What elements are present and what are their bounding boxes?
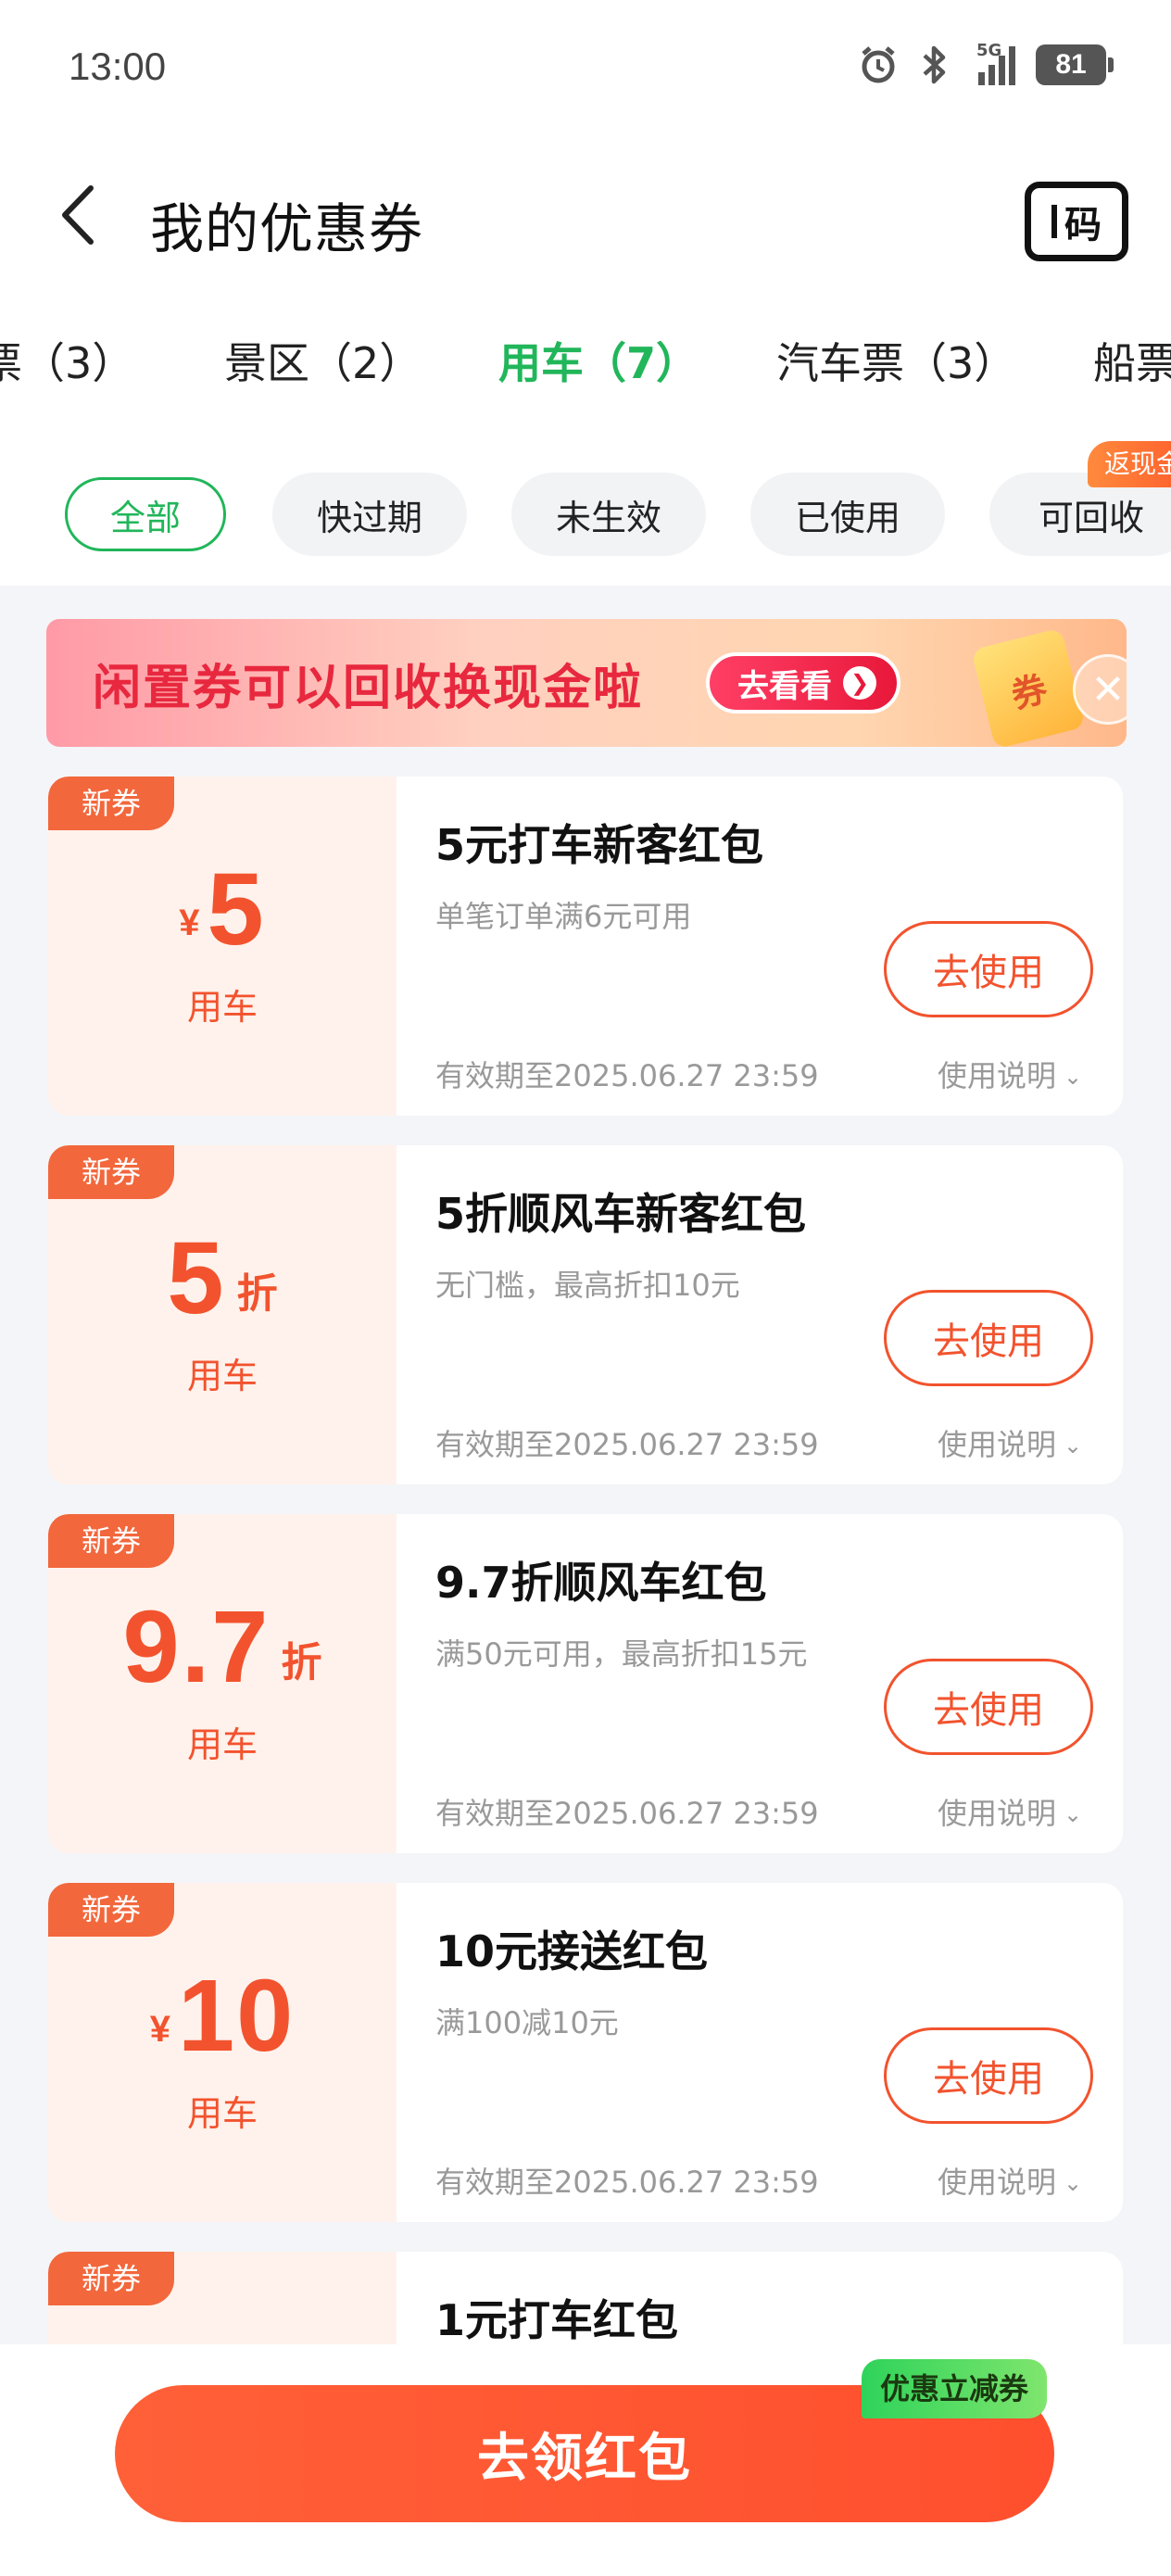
chevron-down-icon: ⌄ [1064,1801,1083,1827]
coupon-category: 用车 [186,1724,258,1765]
code-button[interactable]: 码 [1025,182,1128,261]
discount-unit: 折 [281,1639,322,1686]
new-tag: 新券 [48,1514,174,1568]
banner-text: 闲置券可以回收换现金啦 [93,661,644,716]
coupon-card: 新券 ¥5 用车 5元打车新客红包 单笔订单满6元可用 去使用 有效期至2025… [48,777,1123,1116]
coupon-expiry: 有效期至2025.06.27 23:59 [435,2165,819,2200]
filter-row: 全部 快过期 未生效 已使用 可回收 [0,463,1171,565]
banner-button-label: 去看看 [737,667,832,705]
coupon-value-panel: 新券 5折 用车 [48,1145,397,1484]
amount-value: 5 [207,852,266,966]
chevron-down-icon: ⌄ [1064,1064,1083,1090]
coupon-amount: ¥5 [48,851,397,968]
coupon-card: 新券 9.7 折 用车 9.7折顺风车红包 满50元可用，最高折扣15元 去使用 … [48,1514,1123,1853]
coupon-title: 9.7折顺风车红包 [435,1558,767,1608]
coupon-expiry: 有效期至2025.06.27 23:59 [435,1058,819,1093]
status-icons: 5G 81 [858,41,1114,85]
banner-button[interactable]: 去看看 ❯ [706,652,900,713]
usage-instructions-label: 使用说明 [938,1427,1057,1462]
category-tabs: 票（3） 景区（2） 用车（7） 汽车票（3） 船票 [0,330,1171,404]
coupon-title: 5折顺风车新客红包 [435,1189,807,1239]
barcode-icon [1051,205,1059,238]
arrow-right-icon: ❯ [843,666,876,700]
status-bar: 13:00 5G 81 [0,0,1171,139]
back-button[interactable] [41,178,115,252]
alarm-icon [858,44,899,85]
amount-value: 10 [177,1959,296,2073]
coupon-amount: ¥10 [48,1957,397,2075]
ticket-icon: 券 [971,627,1086,747]
use-coupon-button[interactable]: 去使用 [884,1659,1093,1755]
currency-symbol: ¥ [179,903,200,943]
coupon-expiry: 有效期至2025.06.27 23:59 [435,1796,819,1831]
coupon-category: 用车 [186,987,258,1028]
amount-value: 9.7 [122,1590,271,1704]
use-coupon-button[interactable]: 去使用 [884,1290,1093,1386]
usage-instructions-link[interactable]: 使用说明 ⌄ [938,1790,1082,1833]
signal-icon: 5G [971,41,1015,85]
coupon-expiry: 有效期至2025.06.27 23:59 [435,1427,819,1462]
coupon-title: 1元打车红包 [435,2295,679,2345]
tab-scenic[interactable]: 景区（2） [224,330,422,391]
currency-symbol: ¥ [149,2009,170,2050]
coupon-condition: 满50元可用，最高折扣15元 [435,1636,808,1672]
use-coupon-button[interactable]: 去使用 [884,2027,1093,2124]
discount-unit: 折 [236,1270,278,1318]
usage-instructions-link[interactable]: 使用说明 ⌄ [938,1421,1082,1464]
tab-category-1[interactable]: 票（3） [0,330,134,391]
usage-instructions-label: 使用说明 [938,2165,1057,2200]
coupon-value-panel: 新券 ¥5 用车 [48,777,397,1116]
filter-not-active[interactable]: 未生效 [511,473,706,556]
status-time: 13:00 [69,44,167,88]
coupon-value-panel: 新券 ¥10 用车 [48,1883,397,2222]
chevron-down-icon: ⌄ [1064,1433,1083,1458]
nav-bar: 我的优惠券 码 [0,158,1171,278]
usage-instructions-link[interactable]: 使用说明 ⌄ [938,1053,1082,1095]
coupon-card: 新券 ¥10 用车 10元接送红包 满100减10元 去使用 有效期至2025.… [48,1883,1123,2222]
use-coupon-button[interactable]: 去使用 [884,921,1093,1017]
coupon-value-panel: 新券 9.7 折 用车 [48,1514,397,1853]
tab-ferry-ticket[interactable]: 船票 [1093,330,1171,391]
coupon-category: 用车 [186,2093,258,2134]
battery-icon: 81 [1036,44,1114,85]
usage-instructions-label: 使用说明 [938,1796,1057,1831]
filter-used[interactable]: 已使用 [750,473,945,556]
coupon-title: 10元接送红包 [435,1926,709,1976]
new-tag: 新券 [48,1883,174,1937]
filter-expiring[interactable]: 快过期 [272,473,467,556]
cash-back-badge: 返现金 [1088,441,1171,487]
coupon-condition: 满100减10元 [435,2005,619,2040]
coupon-title: 5元打车新客红包 [435,820,764,870]
coupon-condition: 无门槛，最高折扣10元 [435,1268,740,1303]
page-title: 我的优惠券 [150,197,424,260]
new-tag: 新券 [48,1145,174,1199]
coupon-amount: 9.7 折 [48,1588,397,1706]
code-button-label: 码 [1064,204,1102,246]
chevron-left-icon [62,185,94,245]
recycle-banner[interactable]: 闲置券可以回收换现金啦 去看看 ❯ 券 ✕ [46,619,1127,747]
discount-badge: 优惠立减券 [862,2359,1048,2418]
coupon-category: 用车 [186,1356,258,1396]
tab-bus-ticket[interactable]: 汽车票（3） [776,330,1016,391]
new-tag: 新券 [48,777,174,830]
coupon-amount: 5折 [48,1219,397,1337]
chevron-down-icon: ⌄ [1064,2170,1083,2196]
bluetooth-icon [919,44,951,85]
filter-all[interactable]: 全部 [65,477,226,551]
coupon-card: 新券 5折 用车 5折顺风车新客红包 无门槛，最高折扣10元 去使用 有效期至2… [48,1145,1123,1484]
network-label: 5G [976,41,1002,60]
usage-instructions-label: 使用说明 [938,1058,1057,1093]
amount-value: 5 [167,1221,226,1335]
coupon-condition: 单笔订单满6元可用 [435,899,692,934]
new-tag: 新券 [48,2252,174,2305]
usage-instructions-link[interactable]: 使用说明 ⌄ [938,2159,1082,2202]
tab-car[interactable]: 用车（7） [498,330,699,391]
